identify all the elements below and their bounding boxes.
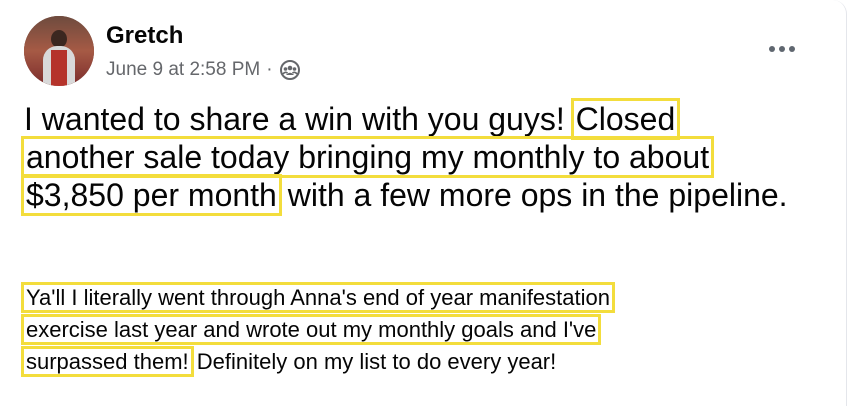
post-text-segment: Definitely on my list to do every year! (196, 349, 557, 374)
post-text-segment: with a few more ops in the pipeline. (287, 177, 788, 213)
more-dot (769, 46, 775, 52)
highlighted-text: another sale today bringing my monthly t… (20, 136, 715, 178)
highlighted-text: exercise last year and wrote out my mont… (20, 314, 602, 345)
group-icon[interactable] (279, 59, 301, 81)
post-card: Gretch June 9 at 2:58 PM · I wanted to s… (0, 0, 847, 406)
post-text-segment: I wanted to share a win with you guys! (24, 101, 565, 137)
highlighted-text: $3,850 per month (21, 174, 282, 216)
avatar[interactable] (24, 16, 94, 86)
post-text-main: I wanted to share a win with you guys! C… (20, 98, 804, 216)
highlighted-text: Closed (570, 98, 681, 140)
highlighted-text: Ya'll I literally went through Anna's en… (21, 282, 615, 313)
avatar-shirt (51, 50, 67, 86)
post-timestamp[interactable]: June 9 at 2:58 PM (106, 59, 260, 81)
author-name[interactable]: Gretch (106, 22, 183, 50)
more-options-icon[interactable] (762, 34, 802, 64)
post-meta: June 9 at 2:58 PM · (106, 59, 301, 81)
meta-separator: · (266, 59, 273, 80)
more-dot (789, 46, 795, 52)
highlighted-text: surpassed them! (21, 346, 194, 377)
post-text-secondary: Ya'll I literally went through Anna's en… (20, 282, 804, 378)
more-dot (779, 46, 785, 52)
